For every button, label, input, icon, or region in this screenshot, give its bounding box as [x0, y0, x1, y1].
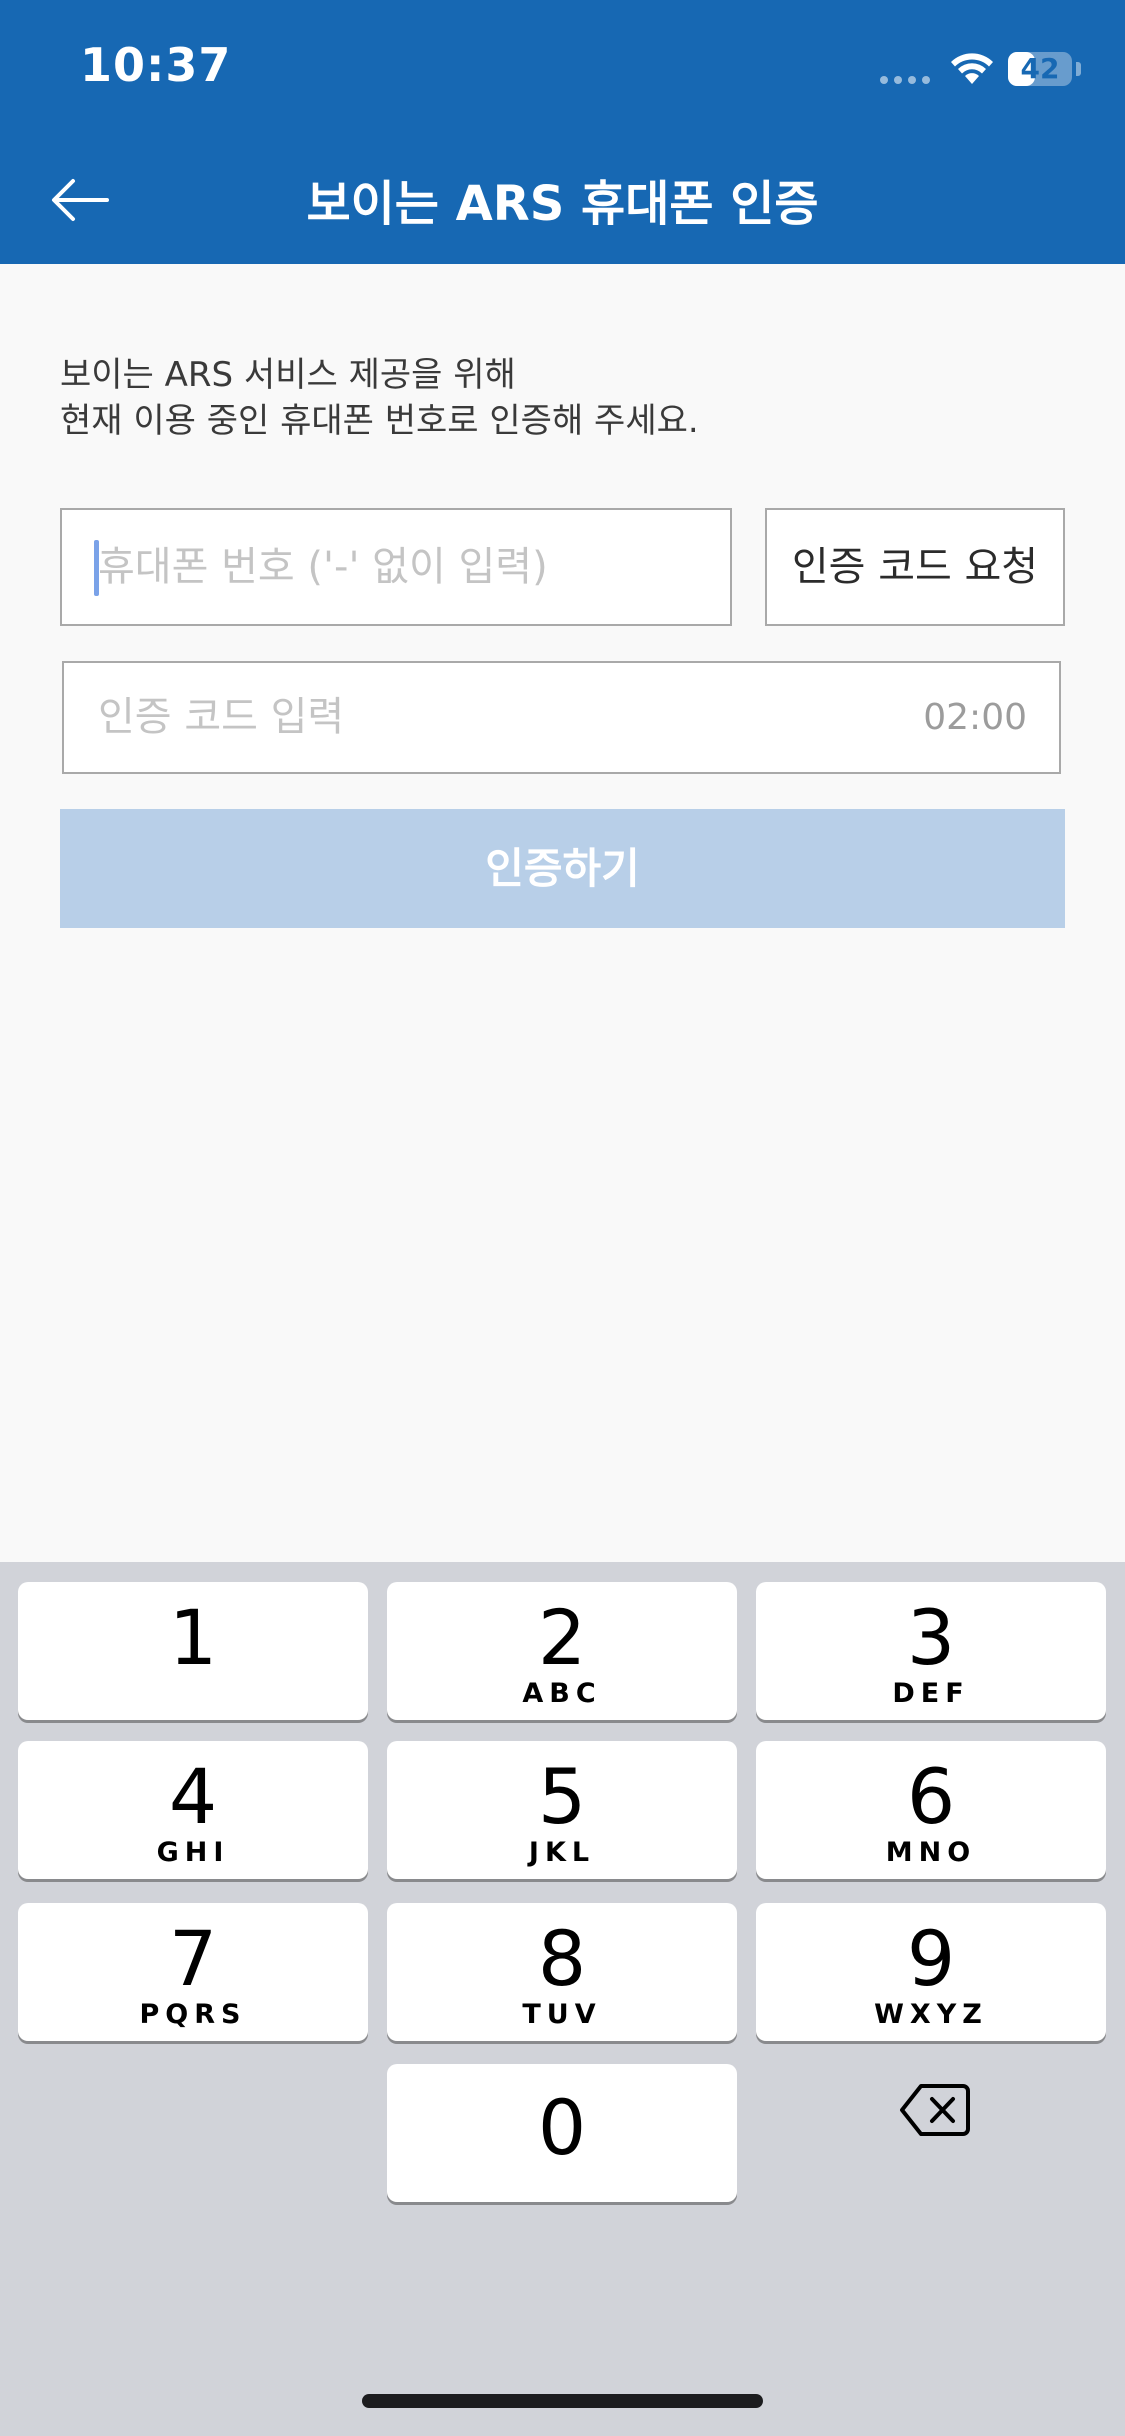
key-9[interactable]: 9 WXYZ: [756, 1903, 1106, 2041]
home-indicator: [362, 2394, 763, 2408]
app-header: 10:37 42 보이는 ARS 휴대폰 인증: [0, 0, 1125, 264]
phone-number-input[interactable]: 휴대폰 번호 ('-' 없이 입력): [60, 508, 732, 626]
battery-level: 42: [1020, 52, 1060, 85]
key-3[interactable]: 3 DEF: [756, 1582, 1106, 1720]
key-8[interactable]: 8 TUV: [387, 1903, 737, 2041]
key-0[interactable]: 0: [387, 2064, 737, 2202]
backspace-icon: [900, 2084, 970, 2136]
instruction-line-2: 현재 이용 중인 휴대폰 번호로 인증해 주세요.: [60, 401, 699, 441]
key-1[interactable]: 1: [18, 1582, 368, 1720]
request-code-button[interactable]: 인증 코드 요청: [765, 508, 1065, 626]
battery-icon: 42: [1008, 52, 1072, 86]
key-5[interactable]: 5 JKL: [387, 1741, 737, 1879]
instruction-line-1: 보이는 ARS 서비스 제공을 위해: [60, 355, 516, 395]
key-4[interactable]: 4 GHI: [18, 1741, 368, 1879]
page-title: 보이는 ARS 휴대폰 인증: [306, 176, 819, 232]
instruction-text: 보이는 ARS 서비스 제공을 위해 현재 이용 중인 휴대폰 번호로 인증해 …: [60, 352, 1060, 444]
verify-button[interactable]: 인증하기: [60, 809, 1065, 928]
delete-key[interactable]: [880, 2060, 990, 2160]
verification-code-placeholder: 인증 코드 입력: [98, 694, 345, 740]
verification-code-input[interactable]: 인증 코드 입력 02:00: [62, 661, 1061, 774]
battery-tip: [1076, 62, 1081, 76]
signal-icon: [880, 76, 930, 84]
key-2[interactable]: 2 ABC: [387, 1582, 737, 1720]
key-6[interactable]: 6 MNO: [756, 1741, 1106, 1879]
countdown-timer: 02:00: [923, 697, 1027, 738]
wifi-icon: [951, 53, 993, 84]
status-time: 10:37: [80, 38, 232, 92]
phone-number-placeholder: 휴대폰 번호 ('-' 없이 입력): [98, 544, 548, 590]
key-7[interactable]: 7 PQRS: [18, 1903, 368, 2041]
